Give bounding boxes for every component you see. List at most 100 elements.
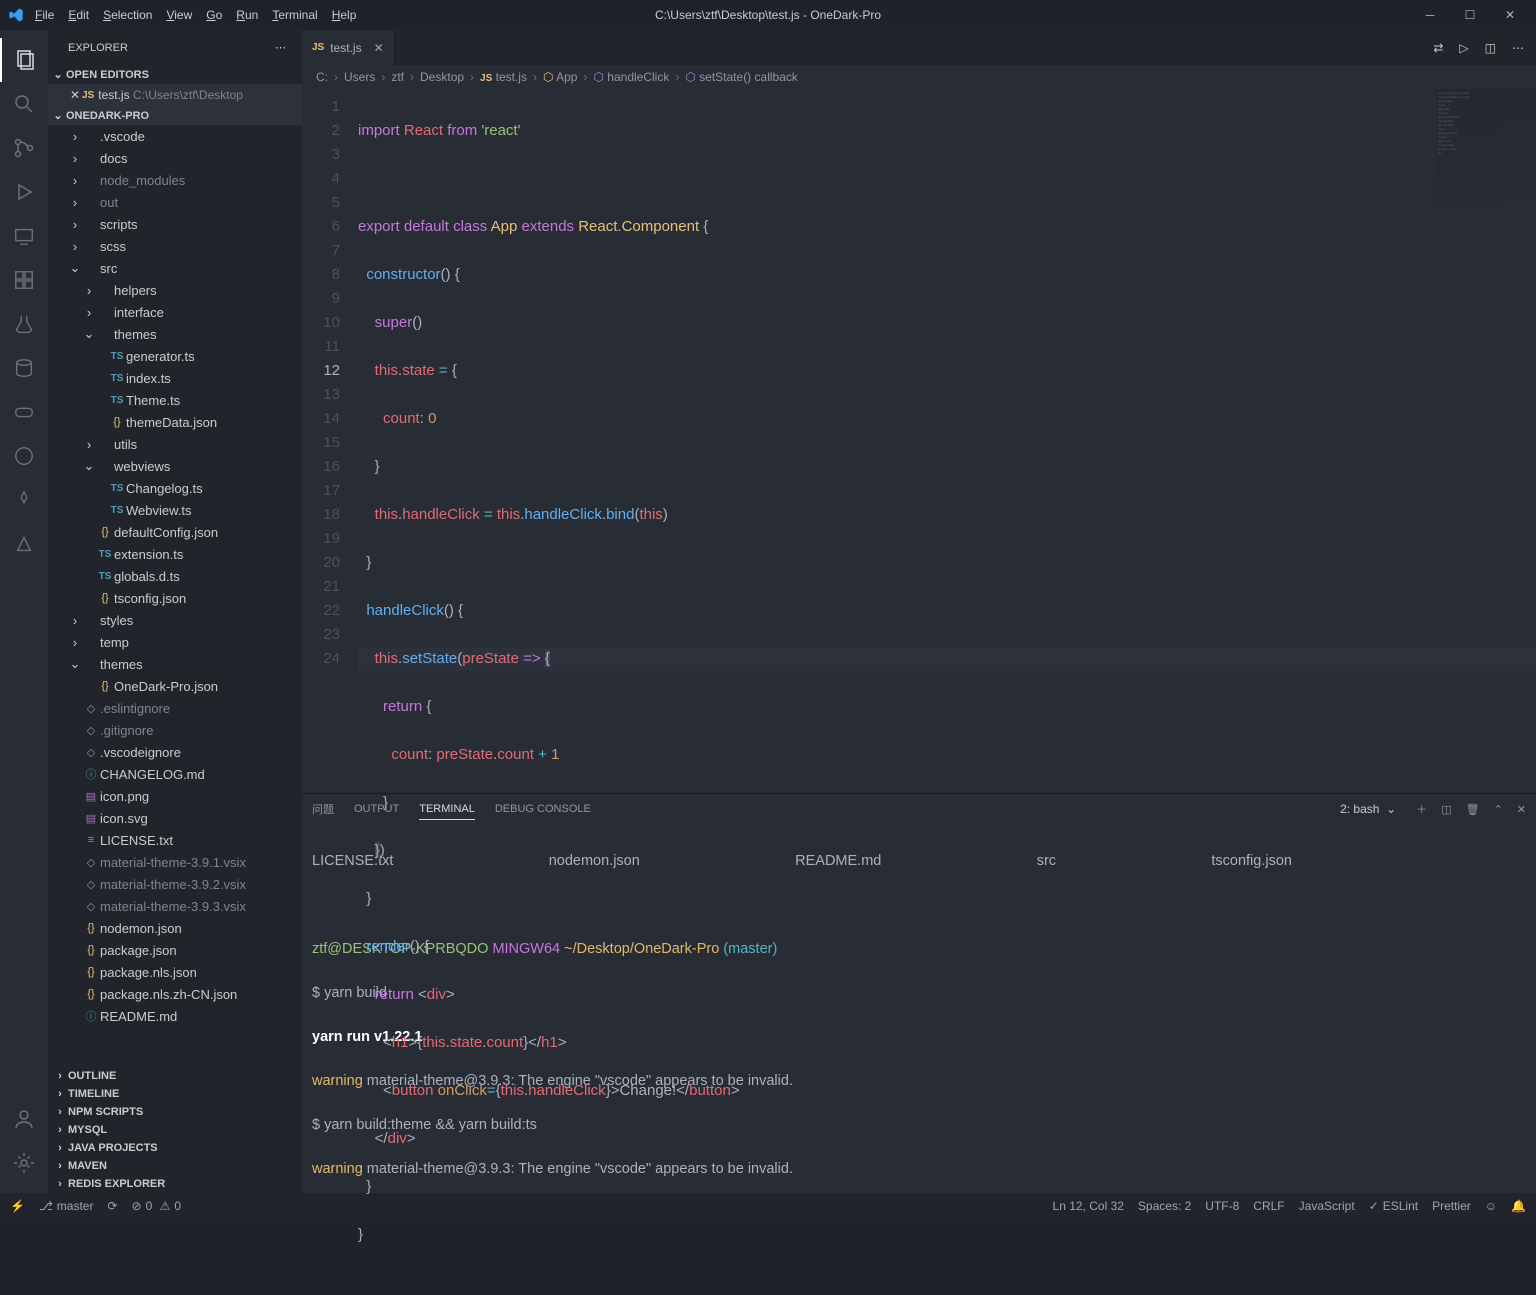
menu-go[interactable]: Go	[199, 5, 229, 25]
minimize-button[interactable]: ─	[1410, 0, 1450, 30]
tree-item[interactable]: ›utils	[48, 433, 302, 455]
menu-help[interactable]: Help	[325, 5, 364, 25]
menu-selection[interactable]: Selection	[96, 5, 159, 25]
tree-item[interactable]: {}defaultConfig.json	[48, 521, 302, 543]
breadcrumb-item[interactable]: ⬡ setState() callback	[685, 70, 798, 84]
tree-item[interactable]: {}tsconfig.json	[48, 587, 302, 609]
section-npm-scripts[interactable]: ›NPM SCRIPTS	[48, 1103, 302, 1121]
editor-tab[interactable]: JS test.js ✕	[302, 30, 395, 65]
tree-item[interactable]: {}OneDark-Pro.json	[48, 675, 302, 697]
tree-item[interactable]: ›temp	[48, 631, 302, 653]
tree-item[interactable]: ≡LICENSE.txt	[48, 829, 302, 851]
tab-close-icon[interactable]: ✕	[374, 41, 384, 55]
debug-icon[interactable]	[0, 170, 48, 214]
accounts-icon[interactable]	[0, 1097, 48, 1141]
close-button[interactable]: ✕	[1490, 0, 1530, 30]
edge-icon[interactable]	[0, 434, 48, 478]
tree-item[interactable]: {}package.nls.zh-CN.json	[48, 983, 302, 1005]
breadcrumb-item[interactable]: JS test.js	[480, 70, 527, 84]
tree-item[interactable]: ▤icon.png	[48, 785, 302, 807]
tree-item[interactable]: ⌄themes	[48, 323, 302, 345]
open-editor-item[interactable]: ✕ JS test.js C:\Users\ztf\Desktop	[48, 84, 302, 106]
tree-item[interactable]: ⌄themes	[48, 653, 302, 675]
tree-item[interactable]: ◇.vscodeignore	[48, 741, 302, 763]
tree-item[interactable]: TSextension.ts	[48, 543, 302, 565]
split-icon[interactable]: ◫	[1485, 41, 1496, 55]
tree-item[interactable]: TSTheme.ts	[48, 389, 302, 411]
tree-item[interactable]: {}package.nls.json	[48, 961, 302, 983]
gitlens-icon[interactable]	[0, 478, 48, 522]
tree-item[interactable]: ◇material-theme-3.9.3.vsix	[48, 895, 302, 917]
tree-item[interactable]: TSglobals.d.ts	[48, 565, 302, 587]
database-icon[interactable]	[0, 346, 48, 390]
tree-item[interactable]: {}package.json	[48, 939, 302, 961]
run-icon[interactable]: ▷	[1459, 41, 1468, 55]
breadcrumb[interactable]: C:›Users›ztf›Desktop›JS test.js›⬡ App›⬡ …	[302, 65, 1536, 89]
folder-section[interactable]: ⌄ONEDARK-PRO	[48, 106, 302, 125]
tree-item[interactable]: ⓘCHANGELOG.md	[48, 763, 302, 785]
remote-icon[interactable]	[0, 214, 48, 258]
search-icon[interactable]	[0, 82, 48, 126]
tree-item[interactable]: ›.vscode	[48, 125, 302, 147]
scm-icon[interactable]	[0, 126, 48, 170]
tree-item[interactable]: TSWebview.ts	[48, 499, 302, 521]
section-timeline[interactable]: ›TIMELINE	[48, 1085, 302, 1103]
git-branch[interactable]: ⎇ master	[39, 1199, 94, 1213]
tree-item[interactable]: ⌄src	[48, 257, 302, 279]
minimap[interactable]: import React from reactexport default cl…	[1436, 89, 1536, 219]
azure-icon[interactable]	[0, 522, 48, 566]
menu-run[interactable]: Run	[229, 5, 265, 25]
game-icon[interactable]	[0, 390, 48, 434]
code-editor[interactable]: import React from 'react' export default…	[358, 89, 1536, 793]
tree-item[interactable]: ⓘREADME.md	[48, 1005, 302, 1027]
breadcrumb-item[interactable]: ⬡ handleClick	[593, 70, 669, 84]
breadcrumb-item[interactable]: C:	[316, 70, 328, 84]
extensions-icon[interactable]	[0, 258, 48, 302]
menu-view[interactable]: View	[159, 5, 199, 25]
compare-icon[interactable]: ⇄	[1433, 41, 1443, 55]
tree-item[interactable]: ›scss	[48, 235, 302, 257]
section-java-projects[interactable]: ›JAVA PROJECTS	[48, 1139, 302, 1157]
tree-item[interactable]: TSindex.ts	[48, 367, 302, 389]
section-redis-explorer[interactable]: ›REDIS EXPLORER	[48, 1175, 302, 1193]
panel-tab-problems[interactable]: 问题	[312, 797, 334, 821]
tree-item[interactable]: ›interface	[48, 301, 302, 323]
tree-item[interactable]: ◇.gitignore	[48, 719, 302, 741]
tree-item[interactable]: ›helpers	[48, 279, 302, 301]
tree-item[interactable]: ›docs	[48, 147, 302, 169]
tree-item[interactable]: {}nodemon.json	[48, 917, 302, 939]
git-sync[interactable]: ⟳	[107, 1199, 117, 1213]
tree-item[interactable]: ›node_modules	[48, 169, 302, 191]
explorer-icon[interactable]	[0, 38, 48, 82]
maximize-button[interactable]: ☐	[1450, 0, 1490, 30]
test-icon[interactable]	[0, 302, 48, 346]
remote-button[interactable]: ⚡	[10, 1199, 25, 1213]
menu-terminal[interactable]: Terminal	[265, 5, 324, 25]
breadcrumb-item[interactable]: ⬡ App	[543, 70, 578, 84]
tree-item[interactable]: TSgenerator.ts	[48, 345, 302, 367]
tree-item[interactable]: {}themeData.json	[48, 411, 302, 433]
tree-item[interactable]: TSChangelog.ts	[48, 477, 302, 499]
breadcrumb-item[interactable]: ztf	[391, 70, 404, 84]
section-outline[interactable]: ›OUTLINE	[48, 1067, 302, 1085]
tree-item[interactable]: ◇material-theme-3.9.1.vsix	[48, 851, 302, 873]
tree-item[interactable]: ›styles	[48, 609, 302, 631]
tree-item[interactable]: ⌄webviews	[48, 455, 302, 477]
tree-item[interactable]: ◇material-theme-3.9.2.vsix	[48, 873, 302, 895]
breadcrumb-item[interactable]: Users	[344, 70, 375, 84]
open-editors-section[interactable]: ⌄OPEN EDITORS	[48, 65, 302, 84]
tree-item[interactable]: ›scripts	[48, 213, 302, 235]
problems-status[interactable]: ⊘ 0 ⚠ 0	[132, 1199, 182, 1213]
tree-item[interactable]: ▤icon.svg	[48, 807, 302, 829]
section-maven[interactable]: ›MAVEN	[48, 1157, 302, 1175]
settings-gear-icon[interactable]	[0, 1141, 48, 1185]
tree-item[interactable]: ◇.eslintignore	[48, 697, 302, 719]
breadcrumb-item[interactable]: Desktop	[420, 70, 464, 84]
menu-file[interactable]: File	[28, 5, 61, 25]
sidebar-more-icon[interactable]: ⋯	[275, 41, 286, 54]
section-mysql[interactable]: ›MYSQL	[48, 1121, 302, 1139]
titlebar: FileEditSelectionViewGoRunTerminalHelp C…	[0, 0, 1536, 30]
menu-edit[interactable]: Edit	[61, 5, 96, 25]
more-icon[interactable]: ⋯	[1512, 41, 1524, 55]
tree-item[interactable]: ›out	[48, 191, 302, 213]
